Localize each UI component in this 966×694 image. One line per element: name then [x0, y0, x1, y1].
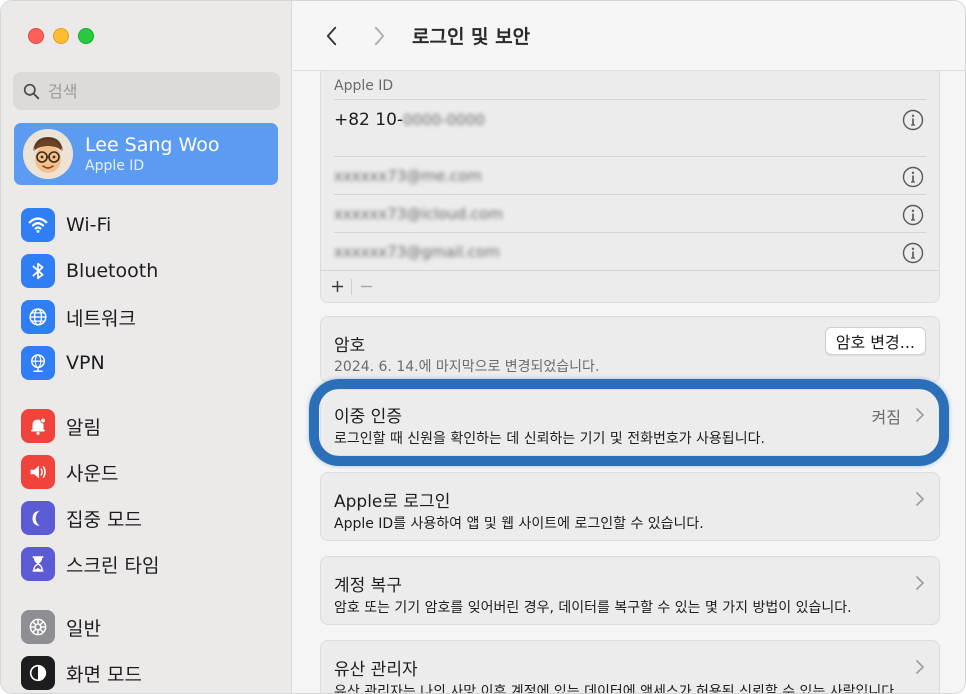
sidebar: Lee Sang Woo Apple ID Wi-Fi Bluetooth: [1, 1, 292, 693]
phone-number-hidden: 0000-0000: [403, 111, 485, 129]
sidebar-item-sound[interactable]: 사운드: [21, 449, 281, 495]
phone-row: +82 10-0000-0000: [334, 110, 485, 130]
page-title: 로그인 및 보안: [412, 26, 531, 48]
profile-subtitle: Apple ID: [85, 158, 145, 174]
sign-in-with-apple-title: Apple로 로그인: [334, 492, 451, 512]
sign-in-with-apple-card[interactable]: Apple로 로그인 Apple ID를 사용하여 앱 및 웹 사이트에 로그인…: [320, 472, 940, 541]
change-password-button[interactable]: 암호 변경...: [824, 327, 926, 355]
search-field[interactable]: [13, 72, 280, 110]
add-button[interactable]: [323, 276, 351, 298]
sidebar-item-label: 집중 모드: [66, 508, 142, 531]
info-icon[interactable]: [902, 204, 924, 226]
sidebar-item-network[interactable]: 네트워크: [21, 294, 281, 340]
legacy-contact-card[interactable]: 유산 관리자 유산 관리자는 나의 사망 이후 계정에 있는 데이터에 액세스가…: [320, 640, 940, 694]
minimize-button[interactable]: [53, 28, 69, 44]
sidebar-item-appearance[interactable]: 화면 모드: [21, 650, 281, 693]
account-recovery-title: 계정 복구: [334, 576, 402, 596]
info-icon[interactable]: [902, 109, 924, 131]
close-button[interactable]: [28, 28, 44, 44]
avatar: [23, 129, 73, 179]
bluetooth-icon: [21, 254, 55, 288]
hourglass-icon: [21, 547, 55, 581]
account-recovery-desc: 암호 또는 기기 암호를 잊어버린 경우, 데이터를 복구할 수 있는 몇 가지…: [334, 600, 852, 616]
account-recovery-card[interactable]: 계정 복구 암호 또는 기기 암호를 잊어버린 경우, 데이터를 복구할 수 있…: [320, 556, 940, 625]
sidebar-item-label: 화면 모드: [66, 663, 142, 686]
password-desc: 2024. 6. 14.에 마지막으로 변경되었습니다.: [334, 359, 600, 375]
divider: [334, 194, 926, 195]
moon-icon: [21, 501, 55, 535]
nav-group-network: Wi-Fi Bluetooth 네트워크 VPN: [21, 202, 281, 386]
toolbar: 로그인 및 보안: [293, 1, 965, 71]
plus-icon: [331, 280, 343, 293]
email-row: xxxxxx73@icloud.com: [334, 205, 503, 223]
appearance-icon: [21, 656, 55, 690]
highlight-ring: [309, 379, 949, 466]
main-content: 로그인 및 보안 Apple ID +82 10-0000-0000 xxxxx…: [293, 1, 965, 694]
sidebar-item-label: 일반: [66, 617, 101, 640]
sidebar-item-label: 사운드: [66, 462, 119, 485]
chevron-right-icon: [374, 26, 384, 46]
sign-in-with-apple-desc: Apple ID를 사용하여 앱 및 웹 사이트에 로그인할 수 있습니다.: [334, 516, 704, 532]
zoom-button[interactable]: [78, 28, 94, 44]
sidebar-item-label: VPN: [66, 352, 105, 374]
globe-icon: [21, 300, 55, 334]
chevron-right-icon: [916, 660, 924, 674]
vpn-globe-icon: [21, 346, 55, 380]
sidebar-item-label: 네트워크: [66, 307, 136, 330]
chevron-left-icon: [326, 26, 336, 46]
add-remove-bar: [321, 270, 939, 302]
sidebar-item-label: 스크린 타임: [66, 554, 160, 577]
divider: [334, 232, 926, 233]
nav-group-focus: 알림 사운드 집중 모드 스크린 타임: [21, 403, 281, 587]
sidebar-item-wifi[interactable]: Wi-Fi: [21, 202, 281, 248]
sidebar-item-label: Wi-Fi: [66, 214, 112, 236]
nav-group-general: 일반 화면 모드: [21, 604, 281, 693]
divider: [334, 156, 926, 157]
back-button[interactable]: [319, 23, 343, 49]
window-controls: [28, 28, 94, 44]
sidebar-item-focus[interactable]: 집중 모드: [21, 495, 281, 541]
memoji-avatar-icon: [23, 129, 73, 179]
apple-id-label: Apple ID: [334, 78, 394, 94]
email-row: xxxxxx73@me.com: [334, 167, 482, 185]
legacy-contact-title: 유산 관리자: [334, 660, 418, 680]
phone-number: +82 10-: [334, 110, 404, 130]
sidebar-item-notifications[interactable]: 알림: [21, 403, 281, 449]
speaker-icon: [21, 455, 55, 489]
search-input[interactable]: [48, 81, 268, 101]
sidebar-item-bluetooth[interactable]: Bluetooth: [21, 248, 281, 294]
wifi-icon: [21, 208, 55, 242]
info-icon[interactable]: [902, 166, 924, 188]
sidebar-item-vpn[interactable]: VPN: [21, 340, 281, 386]
sidebar-item-screen-time[interactable]: 스크린 타임: [21, 541, 281, 587]
divider: [334, 99, 926, 100]
legacy-contact-desc: 유산 관리자는 나의 사망 이후 계정에 있는 데이터에 액세스가 허용된 신뢰…: [334, 684, 899, 694]
profile-name: Lee Sang Woo: [85, 134, 220, 156]
forward-button[interactable]: [367, 23, 391, 49]
profile-item[interactable]: Lee Sang Woo Apple ID: [14, 123, 278, 185]
settings-window: Lee Sang Woo Apple ID Wi-Fi Bluetooth: [0, 0, 966, 694]
gear-icon: [21, 610, 55, 644]
sidebar-item-general[interactable]: 일반: [21, 604, 281, 650]
sidebar-item-label: 알림: [66, 416, 101, 439]
email-row: xxxxxx73@gmail.com: [334, 243, 500, 261]
chevron-right-icon: [916, 492, 924, 506]
minus-icon: [360, 285, 372, 288]
sidebar-item-label: Bluetooth: [66, 260, 159, 282]
password-card: 암호 2024. 6. 14.에 마지막으로 변경되었습니다. 암호 변경...: [320, 316, 940, 383]
search-icon: [23, 83, 40, 99]
remove-button[interactable]: [352, 276, 380, 298]
info-icon[interactable]: [902, 242, 924, 264]
password-title: 암호: [334, 336, 366, 356]
apple-id-card: Apple ID +82 10-0000-0000 xxxxxx73@me.co…: [320, 61, 940, 303]
bell-icon: [21, 409, 55, 443]
chevron-right-icon: [916, 576, 924, 590]
